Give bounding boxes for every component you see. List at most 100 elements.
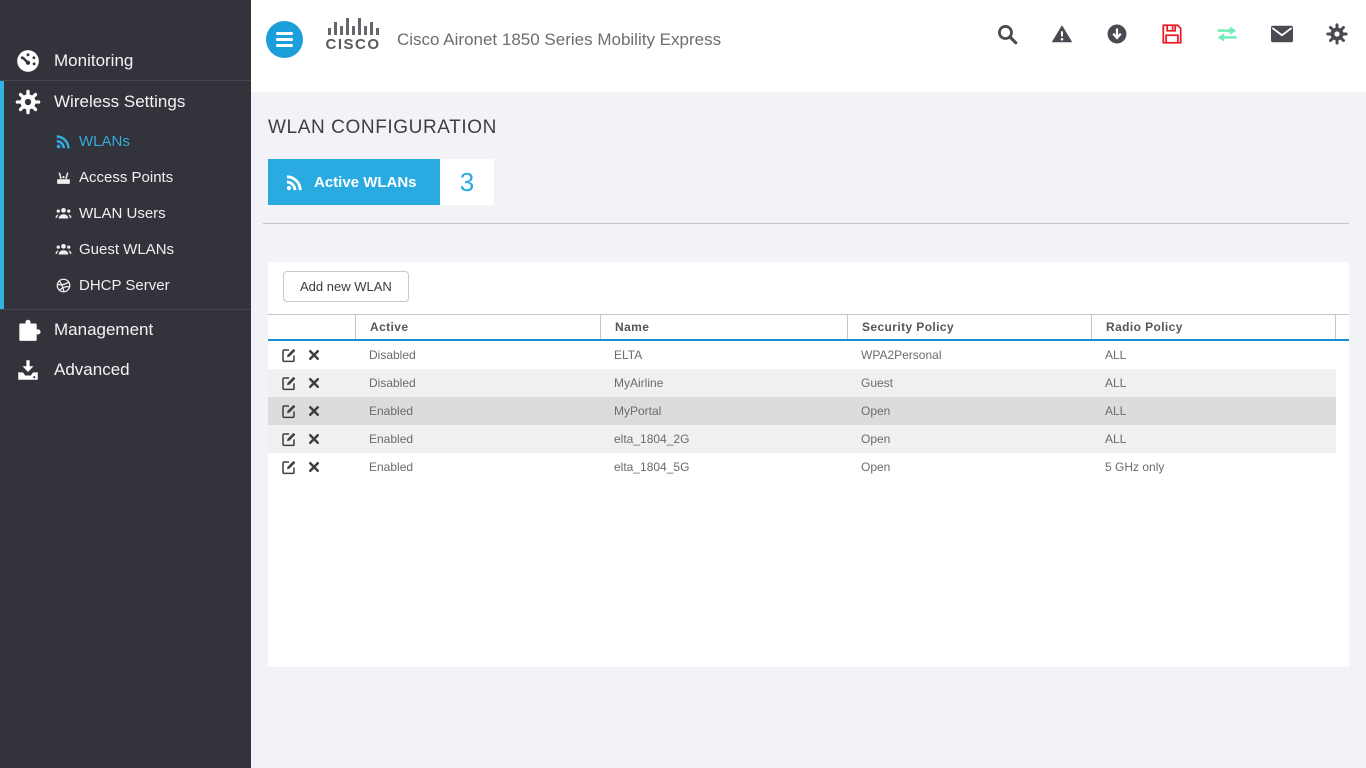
- row-actions: [268, 347, 355, 363]
- tab-label: Active WLANs: [314, 174, 417, 191]
- edit-wlan-icon[interactable]: [281, 459, 297, 475]
- wlan-table: Active Name Security Policy Radio Policy…: [268, 314, 1349, 481]
- column-header-active[interactable]: Active: [355, 315, 600, 339]
- row-actions: [268, 375, 355, 391]
- edit-wlan-icon[interactable]: [281, 347, 297, 363]
- transfer-arrows-icon[interactable]: [1215, 22, 1239, 46]
- table-row[interactable]: Disabled MyAirline Guest ALL: [268, 369, 1336, 397]
- cell-radio-policy: 5 GHz only: [1091, 460, 1335, 474]
- wlan-tabs: Active WLANs 3: [268, 159, 494, 205]
- cell-security-policy: WPA2Personal: [847, 348, 1091, 362]
- cell-active: Disabled: [355, 376, 600, 390]
- sidebar-item-access-points[interactable]: Access Points: [4, 159, 251, 195]
- cell-radio-policy: ALL: [1091, 348, 1335, 362]
- edit-wlan-icon[interactable]: [281, 375, 297, 391]
- gear-icon: [14, 89, 41, 116]
- cell-radio-policy: ALL: [1091, 432, 1335, 446]
- row-actions: [268, 459, 355, 475]
- row-actions: [268, 403, 355, 419]
- cell-radio-policy: ALL: [1091, 376, 1335, 390]
- sidebar-item-wlan-users[interactable]: WLAN Users: [4, 195, 251, 231]
- sidebar-item-label: WLAN Users: [79, 205, 166, 222]
- cell-security-policy: Open: [847, 460, 1091, 474]
- sidebar-section-wireless-settings: Wireless Settings WLANs Access Points WL…: [0, 81, 251, 309]
- cell-name: elta_1804_2G: [600, 432, 847, 446]
- sidebar-item-guest-wlans[interactable]: Guest WLANs: [4, 231, 251, 267]
- add-new-wlan-button[interactable]: Add new WLAN: [283, 271, 409, 302]
- cell-security-policy: Open: [847, 432, 1091, 446]
- cisco-logo-bars: [318, 17, 388, 35]
- sidebar-item-label: DHCP Server: [79, 277, 170, 294]
- table-row[interactable]: Enabled elta_1804_5G Open 5 GHz only: [268, 453, 1336, 481]
- rss-icon: [285, 173, 304, 192]
- top-header: CISCO Cisco Aironet 1850 Series Mobility…: [251, 0, 1366, 92]
- cisco-logo-word: CISCO: [318, 36, 388, 53]
- delete-wlan-icon[interactable]: [308, 349, 320, 361]
- cell-name: elta_1804_5G: [600, 460, 847, 474]
- wlan-table-card: Add new WLAN Active Name Security Policy…: [268, 262, 1349, 667]
- sidebar: Monitoring Wireless Settings WLANs Acces…: [0, 0, 251, 768]
- row-actions: [268, 431, 355, 447]
- download-tray-icon: [14, 357, 41, 384]
- cell-active: Enabled: [355, 404, 600, 418]
- search-icon[interactable]: [995, 22, 1019, 46]
- cell-active: Disabled: [355, 348, 600, 362]
- wireless-settings-submenu: WLANs Access Points WLAN Users Guest WLA…: [4, 118, 251, 303]
- edit-wlan-icon[interactable]: [281, 403, 297, 419]
- sidebar-item-label: Wireless Settings: [54, 92, 185, 112]
- mail-icon[interactable]: [1270, 22, 1294, 46]
- column-header-security-policy[interactable]: Security Policy: [847, 315, 1091, 339]
- sidebar-item-label: Advanced: [54, 360, 130, 380]
- software-download-icon[interactable]: [1105, 22, 1129, 46]
- alert-icon[interactable]: [1050, 22, 1074, 46]
- sidebar-item-advanced[interactable]: Advanced: [0, 350, 251, 390]
- cell-radio-policy: ALL: [1091, 404, 1335, 418]
- table-header-row: Active Name Security Policy Radio Policy: [268, 314, 1349, 341]
- delete-wlan-icon[interactable]: [308, 405, 320, 417]
- cell-name: MyPortal: [600, 404, 847, 418]
- page-title: WLAN CONFIGURATION: [268, 117, 497, 139]
- users-icon: [54, 240, 72, 258]
- topbar-icon-group: [995, 22, 1349, 46]
- table-row[interactable]: Enabled elta_1804_2G Open ALL: [268, 425, 1336, 453]
- dhcp-globe-icon: [54, 276, 72, 294]
- puzzle-icon: [14, 317, 41, 344]
- users-icon: [54, 204, 72, 222]
- save-config-icon[interactable]: [1160, 22, 1184, 46]
- cell-security-policy: Guest: [847, 376, 1091, 390]
- table-row-highlighted[interactable]: Enabled MyPortal Open ALL: [268, 397, 1336, 425]
- cell-name: ELTA: [600, 348, 847, 362]
- edit-wlan-icon[interactable]: [281, 431, 297, 447]
- sidebar-item-label: Access Points: [79, 169, 173, 186]
- delete-wlan-icon[interactable]: [308, 433, 320, 445]
- cell-security-policy: Open: [847, 404, 1091, 418]
- column-header-spacer: [1335, 315, 1349, 339]
- antenna-icon: [54, 168, 72, 186]
- cell-active: Enabled: [355, 460, 600, 474]
- cisco-logo: CISCO: [318, 17, 388, 53]
- column-header-radio-policy[interactable]: Radio Policy: [1091, 315, 1335, 339]
- table-body: Disabled ELTA WPA2Personal ALL Disabled …: [268, 341, 1349, 481]
- sidebar-item-dhcp-server[interactable]: DHCP Server: [4, 267, 251, 303]
- product-title: Cisco Aironet 1850 Series Mobility Expre…: [397, 30, 721, 50]
- gauge-icon: [14, 48, 41, 75]
- sidebar-item-label: Guest WLANs: [79, 241, 174, 258]
- sidebar-item-label: Management: [54, 320, 153, 340]
- menu-toggle-button[interactable]: [266, 21, 303, 58]
- section-divider: [263, 223, 1349, 224]
- sidebar-item-management[interactable]: Management: [0, 310, 251, 350]
- tab-active-wlans[interactable]: Active WLANs: [268, 159, 440, 205]
- sidebar-item-wireless-settings[interactable]: Wireless Settings: [4, 86, 251, 118]
- rss-icon: [54, 132, 72, 150]
- delete-wlan-icon[interactable]: [308, 461, 320, 473]
- active-wlans-count[interactable]: 3: [440, 159, 494, 205]
- column-header-name[interactable]: Name: [600, 315, 847, 339]
- column-header-actions: [268, 315, 355, 339]
- sidebar-item-label: Monitoring: [54, 51, 133, 71]
- cell-name: MyAirline: [600, 376, 847, 390]
- table-row[interactable]: Disabled ELTA WPA2Personal ALL: [268, 341, 1336, 369]
- sidebar-item-monitoring[interactable]: Monitoring: [0, 42, 251, 80]
- settings-gear-icon[interactable]: [1325, 22, 1349, 46]
- delete-wlan-icon[interactable]: [308, 377, 320, 389]
- sidebar-item-wlans[interactable]: WLANs: [4, 123, 251, 159]
